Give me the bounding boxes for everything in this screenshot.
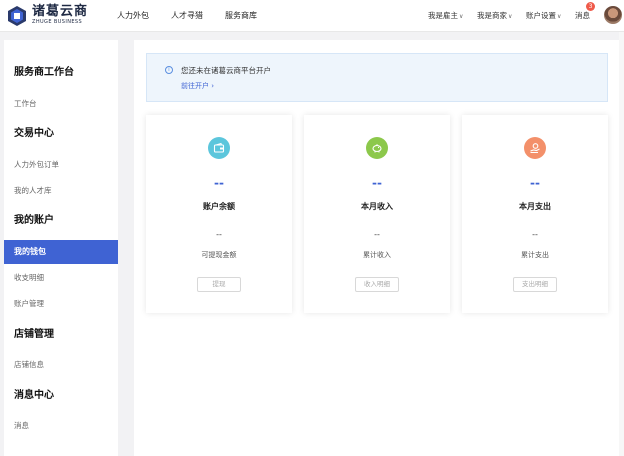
menu-merchant[interactable]: 我是商家∨ — [477, 10, 512, 23]
notice-text: 您还未在诸葛云商平台开户 — [181, 66, 271, 75]
sidebar-item-account-management[interactable]: 账户管理 — [14, 298, 44, 310]
logo-text[interactable]: 诸葛云商 ZHUGE BUSINESS — [32, 5, 88, 26]
top-header: 诸葛云商 ZHUGE BUSINESS 人力外包 人才寻猎 服务商库 我是雇主∨… — [0, 0, 624, 32]
monthly-income-value: -- — [372, 176, 382, 190]
total-income-value: -- — [374, 230, 380, 239]
sidebar-group-provider-workbench: 服务商工作台 — [14, 67, 74, 78]
withdrawable-value: -- — [216, 230, 222, 239]
sidebar-group-trade-center: 交易中心 — [14, 128, 54, 139]
piggy-bank-icon — [366, 137, 388, 159]
payment-hand-icon — [524, 137, 546, 159]
withdraw-button[interactable]: 提现 — [197, 277, 241, 292]
sidebar-item-workbench[interactable]: 工作台 — [14, 98, 37, 110]
sidebar-item-talent-pool[interactable]: 我的人才库 — [14, 185, 52, 197]
nav-provider-library[interactable]: 服务商库 — [225, 10, 257, 22]
menu-merchant-label: 我是商家 — [477, 11, 507, 20]
monthly-income-card: -- 本月收入 -- 累计收入 收入明细 — [304, 115, 450, 313]
nav-outsourcing[interactable]: 人力外包 — [117, 10, 149, 22]
sidebar-item-messages[interactable]: 消息 — [14, 420, 29, 432]
chevron-down-icon: ∨ — [508, 13, 513, 20]
chevron-right-icon: › — [211, 82, 215, 90]
sidebar-item-my-wallet[interactable]: 我的钱包 — [4, 240, 118, 264]
open-account-link-label: 前往开户 — [181, 82, 209, 90]
open-account-link[interactable]: 前往开户 › — [181, 81, 214, 92]
total-income-label: 累计收入 — [363, 251, 391, 259]
logo-icon[interactable] — [6, 5, 28, 27]
balance-title: 账户余额 — [203, 202, 235, 211]
sidebar-group-my-account: 我的账户 — [14, 215, 54, 226]
account-notice: i 您还未在诸葛云商平台开户 前往开户 › — [146, 53, 608, 102]
nav-talent-hunting[interactable]: 人才寻猎 — [171, 10, 203, 22]
info-icon: i — [165, 66, 173, 74]
total-expense-label: 累计支出 — [521, 251, 549, 259]
monthly-income-title: 本月收入 — [361, 202, 393, 211]
avatar[interactable] — [604, 6, 622, 24]
menu-account-settings-label: 账户设置 — [526, 11, 556, 20]
menu-account-settings[interactable]: 账户设置∨ — [526, 10, 561, 23]
sidebar-item-store-info[interactable]: 店铺信息 — [14, 359, 44, 371]
expense-details-button[interactable]: 支出明细 — [513, 277, 557, 292]
withdrawable-label: 可提现金额 — [201, 251, 237, 259]
chevron-down-icon: ∨ — [459, 13, 464, 20]
logo-subtitle: ZHUGE BUSINESS — [32, 19, 83, 25]
scrollbar[interactable] — [619, 32, 624, 456]
sidebar-item-outsourcing-orders[interactable]: 人力外包订单 — [14, 159, 59, 171]
main-content: i 您还未在诸葛云商平台开户 前往开户 › -- 账户余额 -- 可提现金额 提… — [134, 40, 624, 456]
balance-card: -- 账户余额 -- 可提现金额 提现 — [146, 115, 292, 313]
sidebar-item-label: 我的钱包 — [14, 247, 46, 256]
monthly-expense-title: 本月支出 — [519, 202, 551, 211]
wallet-icon — [208, 137, 230, 159]
logo-name: 诸葛云商 — [32, 4, 89, 19]
menu-employer-label: 我是雇主 — [428, 11, 458, 20]
sidebar-group-message-center: 消息中心 — [14, 390, 54, 401]
balance-value: -- — [214, 176, 224, 190]
monthly-expense-card: -- 本月支出 -- 累计支出 支出明细 — [462, 115, 608, 313]
sidebar-item-transactions[interactable]: 收支明细 — [14, 272, 44, 284]
monthly-expense-value: -- — [530, 176, 540, 190]
sidebar-group-store-management: 店铺管理 — [14, 329, 54, 340]
income-details-button[interactable]: 收入明细 — [355, 277, 399, 292]
chevron-down-icon: ∨ — [557, 13, 562, 20]
message-count-badge: 3 — [586, 2, 595, 11]
total-expense-value: -- — [532, 230, 538, 239]
menu-employer[interactable]: 我是雇主∨ — [428, 10, 463, 23]
sidebar: 服务商工作台 工作台 交易中心 人力外包订单 我的人才库 我的账户 我的钱包 收… — [4, 40, 118, 456]
messages-link[interactable]: 消息 — [575, 10, 590, 22]
